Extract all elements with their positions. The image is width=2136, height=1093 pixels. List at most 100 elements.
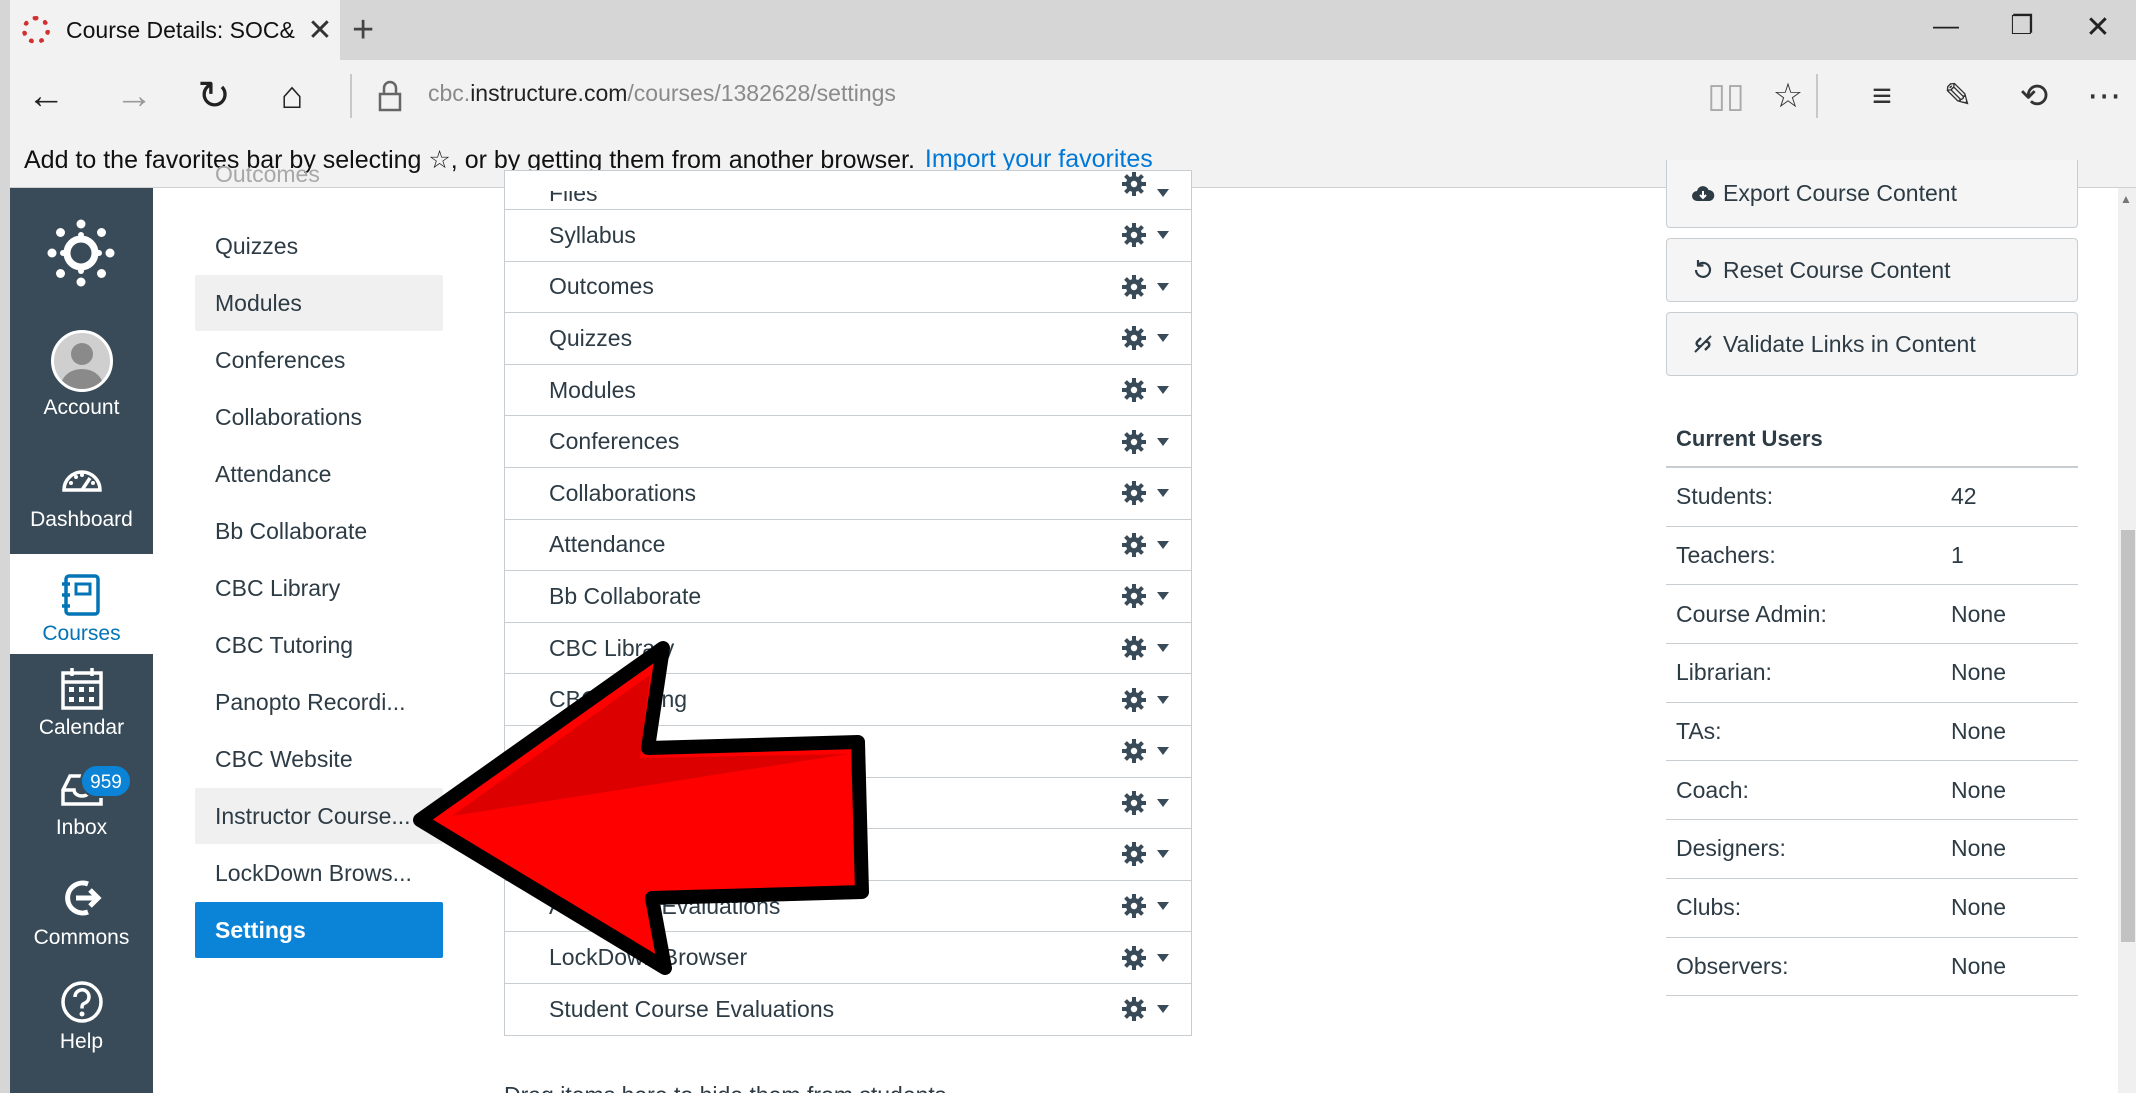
nav-list-item[interactable]: Modules	[505, 363, 1191, 416]
restore-button[interactable]: ❐	[1992, 10, 2052, 41]
course-nav-modules[interactable]: Modules	[195, 275, 443, 331]
chevron-down-icon[interactable]	[1157, 1005, 1169, 1014]
chevron-down-icon[interactable]	[1157, 437, 1169, 446]
chevron-down-icon[interactable]	[1157, 189, 1169, 197]
chevron-down-icon[interactable]	[1157, 282, 1169, 291]
nav-list-item[interactable]: CBC Website	[505, 776, 1191, 829]
nav-list-item[interactable]: CBC Tutoring	[505, 673, 1191, 725]
scrollbar-thumb[interactable]	[2121, 530, 2135, 942]
settings-gear-icon[interactable]	[1121, 687, 1147, 713]
nav-list-item[interactable]: Student Course Evaluations	[505, 982, 1191, 1035]
chevron-down-icon[interactable]	[1157, 644, 1169, 653]
validate-links-button[interactable]: Validate Links in Content	[1666, 312, 2078, 376]
settings-gear-icon[interactable]	[1121, 377, 1147, 403]
settings-gear-icon[interactable]	[1121, 635, 1147, 661]
close-window-button[interactable]: ✕	[2068, 10, 2128, 45]
settings-gear-icon[interactable]	[1121, 325, 1147, 351]
nav-list-item[interactable]: Syllabus	[505, 209, 1191, 261]
chevron-down-icon[interactable]	[1157, 902, 1169, 911]
global-nav-calendar[interactable]: Calendar	[10, 664, 153, 764]
nav-list-item[interactable]: Attendance	[505, 518, 1191, 571]
minimize-button[interactable]: —	[1916, 10, 1976, 41]
course-nav-outcomes[interactable]: Outcomes	[195, 158, 443, 190]
course-nav-bb-collaborate[interactable]: Bb Collaborate	[195, 503, 443, 559]
chevron-down-icon[interactable]	[1157, 747, 1169, 756]
user-role-count: None	[1951, 894, 2006, 921]
nav-list-item[interactable]: Collaborations	[505, 466, 1191, 519]
more-icon[interactable]: ⋯	[2076, 72, 2132, 120]
course-nav-panopto[interactable]: Panopto Recordi...	[195, 674, 443, 730]
chevron-down-icon[interactable]	[1157, 798, 1169, 807]
nav-list-item[interactable]: All Course Evaluations	[505, 879, 1191, 932]
web-note-icon[interactable]: ✎	[1930, 72, 1986, 120]
settings-gear-icon[interactable]	[1121, 171, 1147, 197]
settings-gear-icon[interactable]	[1121, 893, 1147, 919]
global-nav-commons[interactable]: Commons	[10, 874, 153, 974]
favorite-star-icon[interactable]: ☆	[1760, 72, 1816, 120]
settings-gear-icon[interactable]	[1121, 532, 1147, 558]
course-nav-lockdown-browser[interactable]: LockDown Brows...	[195, 845, 443, 901]
settings-gear-icon[interactable]	[1121, 274, 1147, 300]
hub-icon[interactable]: ≡	[1854, 72, 1910, 120]
tab-close-icon[interactable]: ✕	[300, 13, 340, 48]
course-nav-cbc-website[interactable]: CBC Website	[195, 731, 443, 787]
home-button[interactable]: ⌂	[264, 72, 320, 120]
chevron-down-icon[interactable]	[1157, 592, 1169, 601]
chevron-down-icon[interactable]	[1157, 695, 1169, 704]
reading-view-icon[interactable]: ▯▯	[1698, 72, 1754, 120]
nav-list-item[interactable]: Quizzes	[505, 312, 1191, 364]
global-nav-dashboard[interactable]: Dashboard	[10, 456, 153, 556]
back-button[interactable]: ←	[18, 72, 74, 120]
nav-list-item[interactable]: LockDown Browser	[505, 931, 1191, 983]
user-role-label: Observers:	[1676, 952, 1789, 979]
chevron-down-icon[interactable]	[1157, 386, 1169, 395]
chevron-down-icon[interactable]	[1157, 850, 1169, 859]
settings-gear-icon[interactable]	[1121, 841, 1147, 867]
settings-gear-icon[interactable]	[1121, 480, 1147, 506]
course-nav-cbc-library[interactable]: CBC Library	[195, 560, 443, 616]
settings-gear-icon[interactable]	[1121, 583, 1147, 609]
address-bar[interactable]: cbc.instructure.com/courses/1382628/sett…	[428, 80, 896, 107]
course-nav-settings[interactable]: Settings	[195, 902, 443, 958]
nav-list-item[interactable]: Files	[505, 170, 1191, 209]
course-nav-conferences[interactable]: Conferences	[195, 332, 443, 388]
forward-button[interactable]: →	[106, 72, 162, 120]
toolbar-divider	[350, 74, 352, 118]
nav-list-item[interactable]: Outcomes	[505, 260, 1191, 313]
export-course-content-button[interactable]: Export Course Content	[1666, 160, 2078, 228]
global-nav-inbox[interactable]: 959 Inbox	[10, 764, 153, 864]
settings-gear-icon[interactable]	[1121, 222, 1147, 248]
course-nav-collaborations[interactable]: Collaborations	[195, 389, 443, 445]
canvas-logo-icon[interactable]	[46, 218, 116, 288]
user-role-count: None	[1951, 835, 2006, 862]
chevron-down-icon[interactable]	[1157, 540, 1169, 549]
nav-list-item[interactable]: CBC Library	[505, 621, 1191, 674]
nav-list-item[interactable]: Conferences	[505, 415, 1191, 467]
nav-list-item[interactable]: Panopto Recordings	[505, 724, 1191, 777]
settings-gear-icon[interactable]	[1121, 790, 1147, 816]
nav-list-item[interactable]: Instructor Course Tools	[505, 828, 1191, 880]
nav-list-item[interactable]: Bb Collaborate	[505, 570, 1191, 622]
course-nav-attendance[interactable]: Attendance	[195, 446, 443, 502]
browser-tab[interactable]: Course Details: SOC& 2 ✕	[10, 0, 340, 60]
scroll-up-arrow-icon[interactable]: ▲	[2120, 192, 2132, 206]
new-tab-button[interactable]: +	[352, 8, 374, 52]
global-nav-courses[interactable]: Courses	[10, 554, 153, 654]
refresh-button[interactable]: ↻	[186, 72, 242, 120]
global-nav-account[interactable]: Account	[10, 330, 153, 440]
chevron-down-icon[interactable]	[1157, 334, 1169, 343]
settings-gear-icon[interactable]	[1121, 429, 1147, 455]
user-role-label: Clubs:	[1676, 894, 1742, 921]
course-nav-cbc-tutoring[interactable]: CBC Tutoring	[195, 617, 443, 673]
chevron-down-icon[interactable]	[1157, 953, 1169, 962]
settings-gear-icon[interactable]	[1121, 738, 1147, 764]
share-icon[interactable]: ⟲	[2006, 72, 2062, 120]
chevron-down-icon[interactable]	[1157, 231, 1169, 240]
settings-gear-icon[interactable]	[1121, 996, 1147, 1022]
course-nav-quizzes[interactable]: Quizzes	[195, 218, 443, 274]
course-nav-instructor-course-tools[interactable]: Instructor Course...	[195, 788, 443, 844]
chevron-down-icon[interactable]	[1157, 489, 1169, 498]
global-nav-help[interactable]: Help	[10, 978, 153, 1078]
settings-gear-icon[interactable]	[1121, 945, 1147, 971]
reset-course-content-button[interactable]: Reset Course Content	[1666, 238, 2078, 302]
